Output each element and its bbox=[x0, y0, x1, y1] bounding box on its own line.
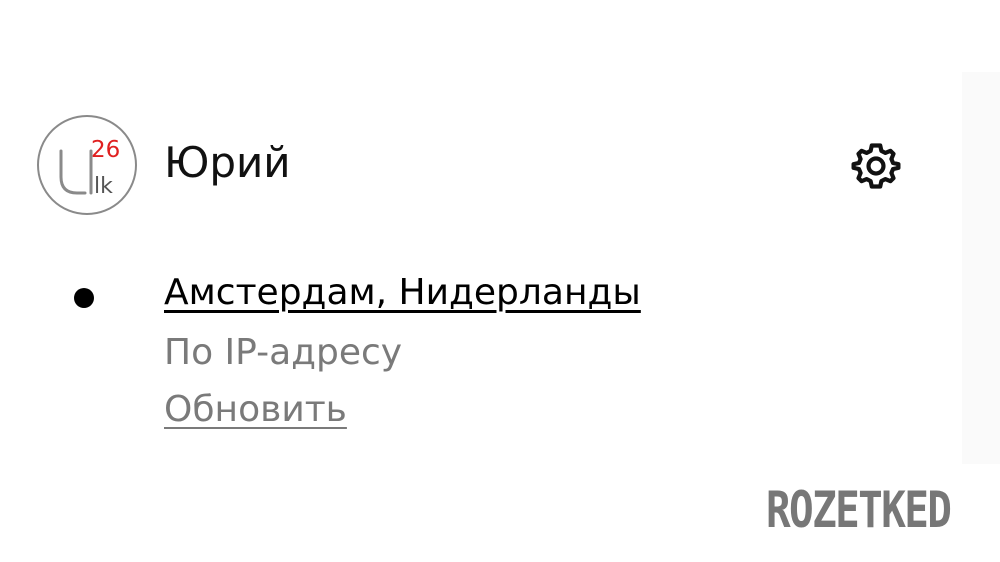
avatar-number: 26 bbox=[91, 137, 120, 163]
uk26-logo-icon: lk 26 bbox=[59, 137, 120, 199]
refresh-location-link[interactable]: Обновить bbox=[164, 387, 347, 433]
avatar[interactable]: lk 26 bbox=[37, 115, 137, 215]
location-dot bbox=[74, 288, 94, 308]
watermark: ROZETKED bbox=[766, 481, 952, 539]
location-source: По IP-адресу bbox=[164, 332, 403, 373]
settings-button[interactable] bbox=[848, 138, 904, 194]
avatar-suffix: lk bbox=[94, 174, 113, 199]
gear-icon bbox=[851, 143, 901, 189]
right-edge-panel bbox=[962, 72, 1000, 464]
user-name: Юрий bbox=[164, 138, 291, 187]
location-link[interactable]: Амстердам, Нидерланды bbox=[164, 270, 641, 316]
